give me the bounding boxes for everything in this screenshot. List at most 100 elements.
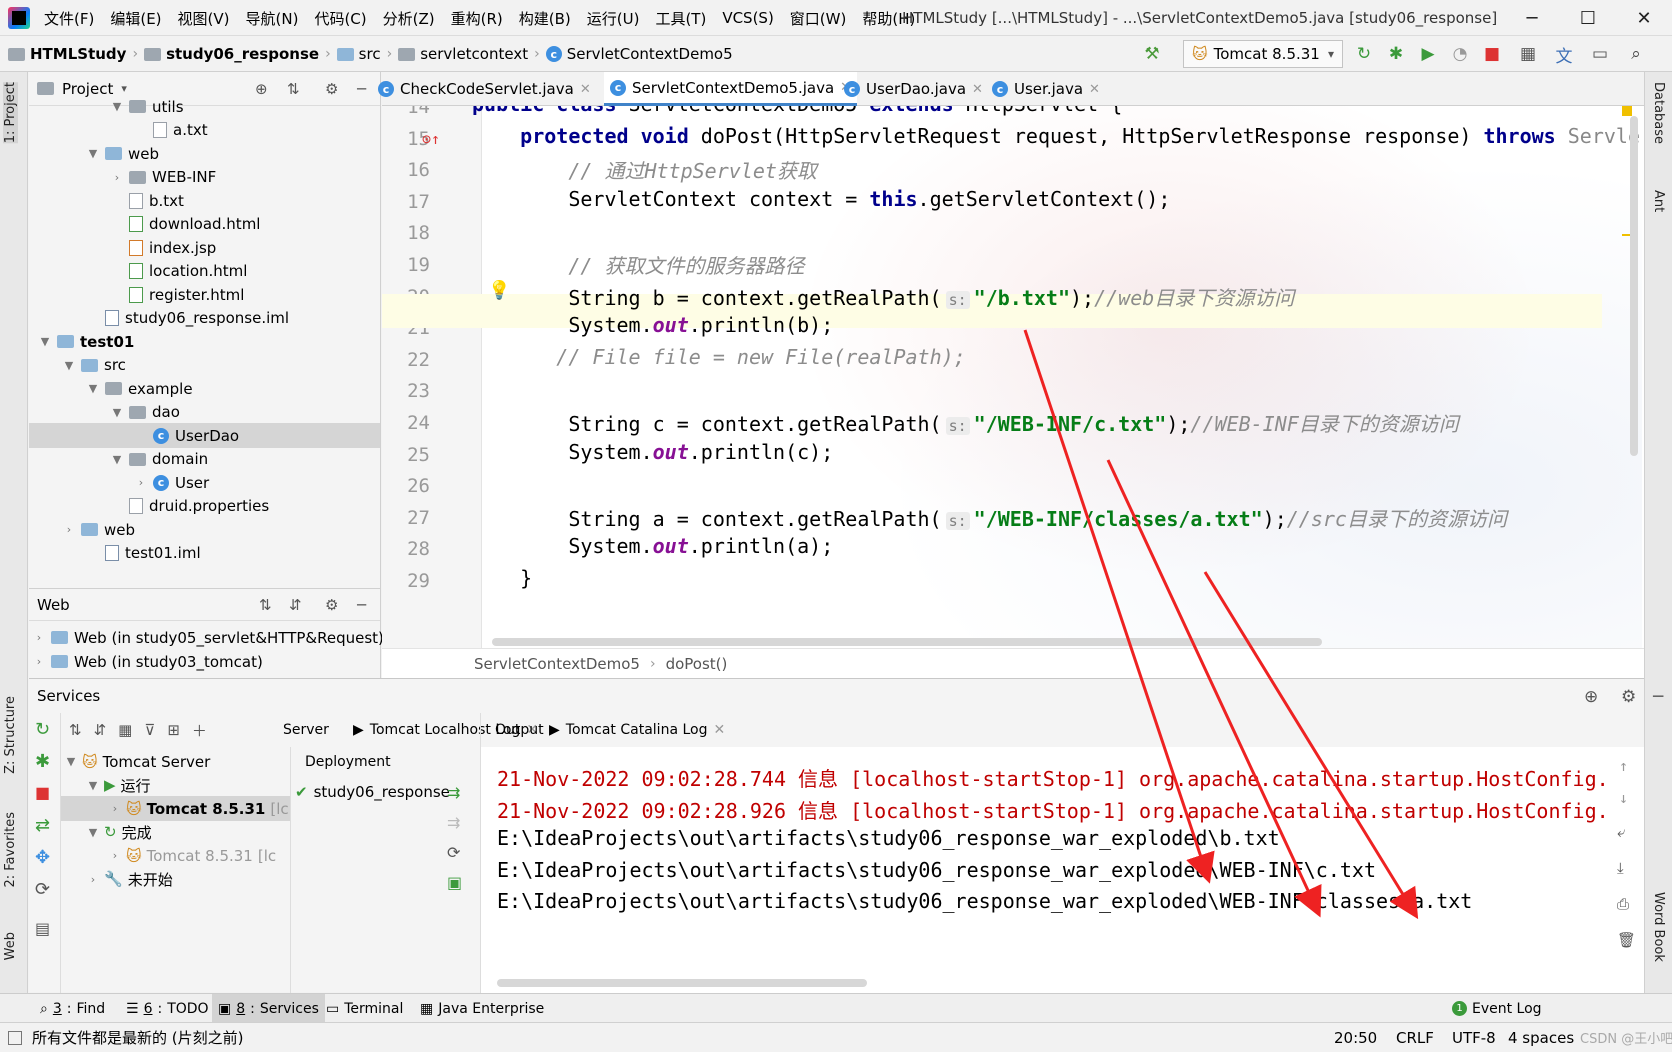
locate-icon[interactable]: ⊕ [1584, 687, 1598, 707]
menu-item[interactable]: 导航(N) [246, 8, 299, 29]
panel-toggle-icon[interactable] [8, 1030, 22, 1045]
deployment-item[interactable]: ✔ study06_response [295, 777, 450, 807]
menu-item[interactable]: 窗口(W) [790, 8, 847, 29]
tree-item[interactable]: › web [63, 517, 135, 542]
tree-item[interactable]: druid.properties [111, 494, 269, 519]
tree-item[interactable]: study06_response.iml [87, 306, 289, 331]
tree-item[interactable]: ▼ dao [111, 400, 180, 425]
coverage-icon[interactable]: ▶ [1416, 42, 1440, 66]
refresh-icon[interactable]: ⟳ [35, 879, 50, 900]
scroll-up-icon[interactable]: ↑ [1619, 757, 1628, 775]
menu-item[interactable]: 运行(U) [587, 8, 640, 29]
chevron-right-icon[interactable]: › [87, 873, 99, 886]
chevron-right-icon[interactable]: › [63, 523, 75, 536]
file-encoding[interactable]: UTF-8 [1452, 1023, 1496, 1052]
tool-todo[interactable]: ☰ 6: TODO [120, 994, 215, 1023]
code-editor[interactable]: 14151617181920212223242526272829 public … [382, 106, 1644, 648]
tab-servletcontextdemo5[interactable]: cServletContextDemo5.java✕ [604, 72, 858, 106]
tab-checkcodeservlet[interactable]: c CheckCodeServlet.java ✕ [372, 72, 597, 106]
tree-item[interactable]: › WEB-INF [111, 165, 217, 190]
service-item[interactable]: › 🔧 未开始 [87, 867, 173, 892]
scroll-down-icon[interactable]: ↓ [1619, 789, 1628, 807]
chevron-right-icon[interactable]: › [111, 171, 123, 184]
menu-item[interactable]: 分析(Z) [383, 8, 435, 29]
crumb-class[interactable]: c ServletContextDemo5 [545, 45, 733, 63]
new-tab-icon[interactable]: ⊞ [167, 721, 180, 739]
close-tab-icon[interactable]: ✕ [972, 82, 983, 97]
tree-item[interactable]: register.html [111, 282, 244, 307]
chevron-right-icon[interactable]: › [109, 802, 121, 815]
service-item[interactable]: ▼ ▶ 运行 [87, 773, 151, 798]
deploy-icon[interactable]: ⇄ [35, 815, 50, 836]
favorites-tool-button[interactable]: 2: Favorites [3, 812, 18, 888]
project-structure-icon[interactable]: ▦ [1516, 42, 1540, 66]
menu-item[interactable]: VCS(S) [722, 9, 773, 27]
tab-userdao[interactable]: c UserDao.java ✕ [838, 72, 989, 106]
collapse-all-icon[interactable]: ⇅ [287, 80, 300, 98]
tree-item[interactable]: ▼ web [87, 141, 159, 166]
database-tool-button[interactable]: Database [1651, 82, 1666, 144]
chevron-down-icon[interactable]: ▼ [39, 335, 51, 348]
tree-item[interactable]: ▼ example [87, 376, 193, 401]
close-tab-icon[interactable]: ✕ [1089, 82, 1100, 97]
undeploy-icon[interactable]: ⇉ [447, 813, 460, 832]
menu-item[interactable]: 文件(F) [44, 8, 94, 29]
debug-bug-icon[interactable]: ✱ [35, 751, 50, 772]
override-method-icon[interactable]: ⊙↑ [422, 130, 440, 148]
collapse-all-icon[interactable]: ⇵ [94, 721, 107, 739]
tree-item[interactable]: a.txt [135, 118, 208, 143]
structure-tool-button[interactable]: Z: Structure [3, 696, 18, 774]
indent-setting[interactable]: 4 spaces [1508, 1023, 1574, 1052]
line-separator[interactable]: CRLF [1396, 1023, 1434, 1052]
tab-user[interactable]: c User.java ✕ [986, 72, 1106, 106]
chevron-down-icon[interactable]: ▼ [111, 100, 123, 113]
hide-panel-icon[interactable]: ─ [357, 80, 366, 98]
refresh-icon[interactable]: ⟳ [447, 843, 460, 862]
scroll-to-end-icon[interactable]: ⤓ [1617, 859, 1624, 877]
service-item[interactable]: › 🐱 Tomcat 8.5.31 [lc [61, 796, 290, 821]
expand-all-icon[interactable]: ⇅ [259, 596, 272, 614]
chevron-down-icon[interactable]: ▼ [111, 406, 123, 419]
menu-item[interactable]: 视图(V) [178, 8, 230, 29]
terminal-toggle-icon[interactable]: ▭ [1588, 42, 1612, 66]
output-console[interactable]: 21-Nov-2022 09:02:28.744 信息 [localhost-s… [481, 747, 1644, 993]
chevron-down-icon[interactable]: ▼ [87, 779, 99, 792]
chevron-down-icon[interactable]: ▼ [87, 382, 99, 395]
tool-find[interactable]: ⌕ 3: Find [34, 994, 111, 1023]
profile-icon[interactable]: ◔ [1448, 42, 1472, 66]
chevron-right-icon[interactable]: › [109, 849, 121, 862]
gear-icon[interactable]: ⚙ [325, 80, 338, 98]
add-service-icon[interactable]: ＋ [192, 720, 207, 741]
tree-item[interactable]: b.txt [111, 188, 184, 213]
web-tool-button[interactable]: Web [3, 932, 18, 960]
crumb-package[interactable]: servletcontext [398, 45, 528, 63]
maximize-icon[interactable]: ☐ [1560, 0, 1616, 36]
group-by-icon[interactable]: ▦ [118, 721, 132, 739]
hide-panel-icon[interactable]: ─ [1653, 687, 1663, 707]
rerun-icon[interactable]: ↻ [1352, 42, 1376, 66]
close-tab-icon[interactable]: ✕ [713, 722, 725, 738]
print-icon[interactable]: ⎙ [1617, 895, 1629, 913]
breadcrumb-method[interactable]: doPost() [666, 655, 728, 673]
gear-icon[interactable]: ⚙ [1621, 687, 1636, 707]
tool-services[interactable]: ▣ 8: Services [212, 994, 325, 1023]
breadcrumb-class[interactable]: ServletContextDemo5 [474, 655, 640, 673]
service-item[interactable]: ▼ 🐱 Tomcat Server [65, 749, 211, 774]
close-window-icon[interactable]: ✕ [1616, 0, 1672, 36]
tree-item[interactable]: location.html [111, 259, 247, 284]
wordbook-tool-button[interactable]: Word Book [1651, 892, 1666, 962]
tree-item[interactable]: ▼ domain [111, 447, 208, 472]
horizontal-scrollbar[interactable] [497, 979, 867, 987]
close-tab-icon[interactable]: ✕ [580, 82, 591, 97]
tree-item[interactable]: c UserDao [29, 423, 380, 448]
caret-position[interactable]: 20:50 [1334, 1023, 1377, 1052]
menu-item[interactable]: 工具(T) [655, 8, 706, 29]
menu-item[interactable]: 代码(C) [314, 8, 366, 29]
chevron-down-icon[interactable]: ▼ [87, 826, 99, 839]
chevron-down-icon[interactable]: ▼ [111, 453, 123, 466]
project-tool-button[interactable]: 1: Project [3, 82, 18, 144]
locate-icon[interactable]: ⊕ [255, 80, 268, 98]
web-facet-item[interactable]: › Web (in study05_servlet&HTTP&Request) [33, 625, 384, 650]
chevron-right-icon[interactable]: › [135, 476, 147, 489]
hide-panel-icon[interactable]: ─ [357, 596, 366, 614]
